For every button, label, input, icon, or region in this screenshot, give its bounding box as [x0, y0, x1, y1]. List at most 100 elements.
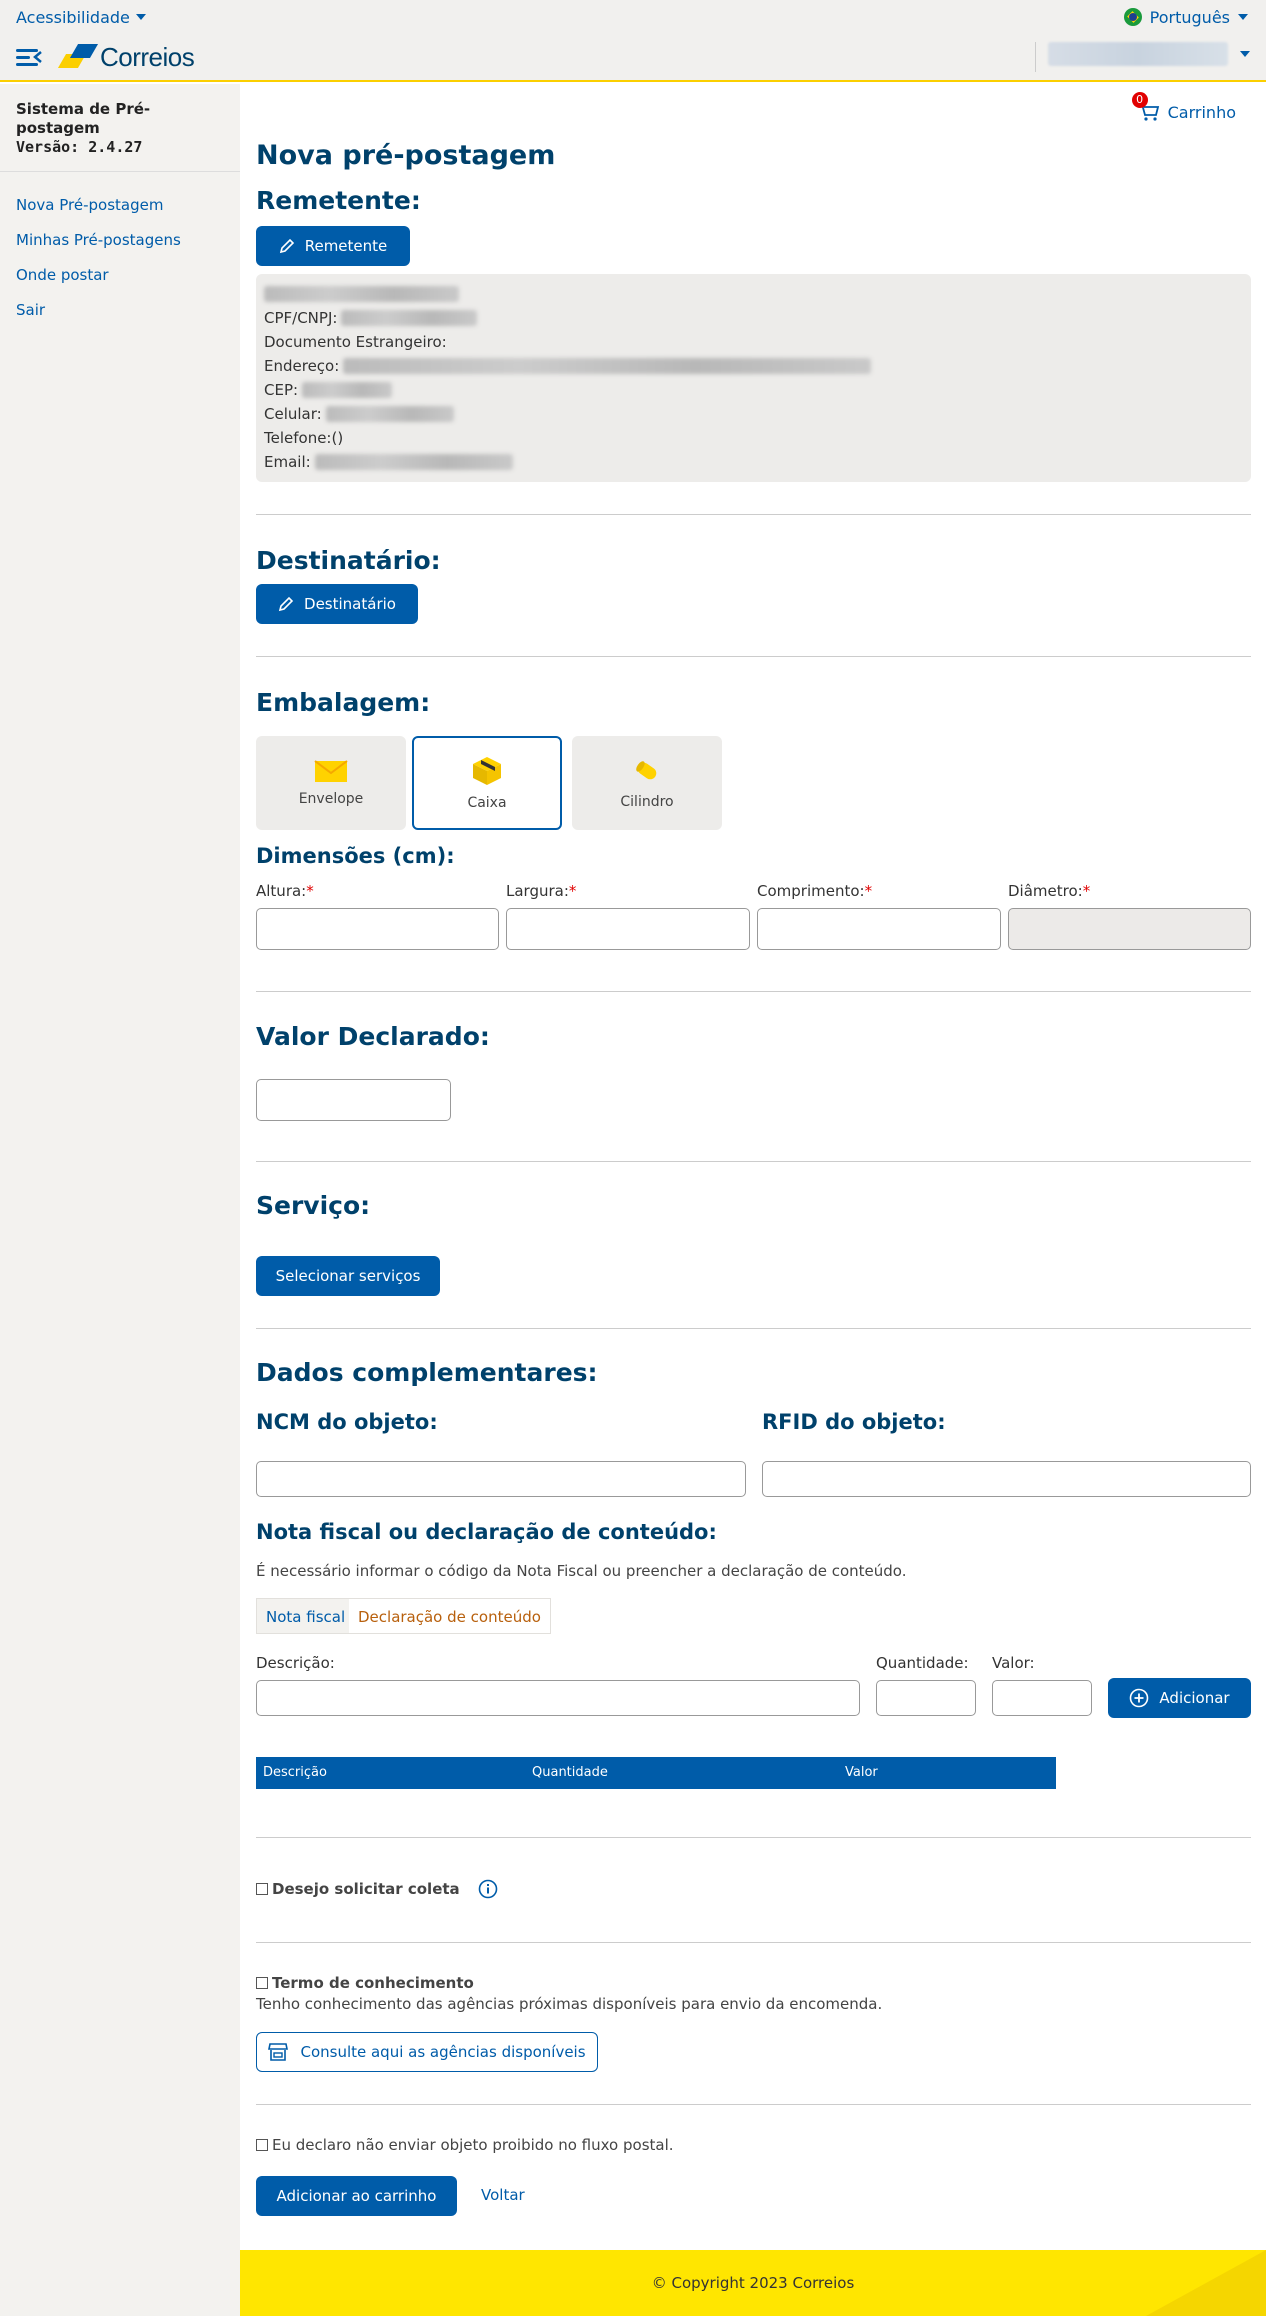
telefone-label: Telefone:()	[264, 429, 344, 447]
remetente-button-label: Remetente	[304, 237, 388, 255]
embalagem-heading: Embalagem:	[256, 688, 431, 717]
cep-label: CEP:	[264, 381, 299, 399]
largura-input[interactable]	[506, 908, 750, 950]
package-option-label: Caixa	[467, 795, 507, 811]
altura-input[interactable]	[256, 908, 499, 950]
ncm-heading: NCM do objeto:	[256, 1410, 438, 1434]
adicionar-button[interactable]: Adicionar	[1108, 1678, 1251, 1718]
rfid-input[interactable]	[762, 1461, 1251, 1497]
package-option-label: Envelope	[298, 791, 364, 807]
doc-estrangeiro-label: Documento Estrangeiro:	[264, 333, 447, 351]
ncm-input[interactable]	[256, 1461, 746, 1497]
declaro-row: Eu declaro não enviar objeto proibido no…	[256, 2136, 674, 2154]
redacted-value	[325, 406, 454, 422]
remetente-info-box: CPF/CNPJ: Documento Estrangeiro: Endereç…	[256, 274, 1251, 482]
divider	[1035, 42, 1036, 72]
package-option-cilindro[interactable]: Cilindro	[572, 736, 722, 830]
table-header-valor: Valor	[845, 1765, 878, 1780]
diametro-input	[1008, 908, 1251, 950]
remetente-button[interactable]: Remetente	[256, 226, 410, 266]
page-title: Nova pré-postagem	[256, 140, 556, 171]
comprimento-input[interactable]	[757, 908, 1001, 950]
menu-toggle-icon[interactable]	[16, 47, 42, 67]
sidebar-item-nova-pre-postagem[interactable]: Nova Pré-postagem	[0, 188, 240, 223]
consulte-agencias-label: Consulte aqui as agências disponíveis	[300, 2043, 586, 2061]
plus-circle-icon	[1130, 1688, 1149, 1708]
termo-checkbox[interactable]	[256, 1977, 268, 1989]
select-services-button[interactable]: Selecionar serviços	[256, 1256, 440, 1296]
redacted-value	[341, 310, 478, 326]
pencil-icon	[279, 238, 294, 254]
redacted-value	[314, 454, 513, 470]
dimensoes-heading: Dimensões (cm):	[256, 844, 455, 868]
chevron-down-icon	[1240, 51, 1250, 57]
store-icon	[268, 2043, 289, 2061]
voltar-link[interactable]: Voltar	[481, 2186, 525, 2204]
declaro-checkbox[interactable]	[256, 2139, 268, 2151]
sidebar-item-onde-postar[interactable]: Onde postar	[0, 258, 240, 293]
comprimento-label: Comprimento:*	[757, 882, 873, 900]
sidebar-item-sair[interactable]: Sair	[0, 293, 240, 328]
system-title: Sistema de Pré-postagem Versão: 2.4.27	[0, 84, 240, 172]
descricao-input[interactable]	[256, 1680, 860, 1716]
altura-label: Altura:*	[256, 882, 314, 900]
rfid-heading: RFID do objeto:	[762, 1410, 946, 1434]
redacted-value	[343, 358, 872, 374]
info-icon[interactable]	[478, 1879, 498, 1899]
declaro-label: Eu declaro não enviar objeto proibido no…	[272, 2136, 674, 2154]
system-name: Sistema de Pré-postagem	[16, 100, 151, 137]
valor-input[interactable]	[992, 1680, 1092, 1716]
quantidade-input[interactable]	[876, 1680, 976, 1716]
pencil-icon	[278, 596, 294, 612]
destinatario-button[interactable]: Destinatário	[256, 584, 418, 624]
divider	[256, 1837, 1251, 1838]
largura-label: Largura:*	[506, 882, 577, 900]
tab-nota-fiscal[interactable]: Nota fiscal	[256, 1598, 356, 1634]
coleta-label: Desejo solicitar coleta	[272, 1880, 460, 1898]
destinatario-button-label: Destinatário	[304, 595, 396, 613]
remetente-heading: Remetente:	[256, 186, 421, 215]
consulte-agencias-button[interactable]: Consulte aqui as agências disponíveis	[256, 2032, 598, 2072]
divider	[256, 1942, 1251, 1943]
table-header-quantidade: Quantidade	[532, 1765, 608, 1780]
cpf-label: CPF/CNPJ:	[264, 309, 338, 327]
redacted-value	[302, 382, 393, 398]
table-header-descricao: Descrição	[263, 1765, 327, 1780]
chevron-down-icon	[1238, 14, 1248, 20]
correios-logo[interactable]: Correios	[57, 42, 195, 73]
correios-logo-icon	[57, 42, 99, 72]
sidebar: Sistema de Pré-postagem Versão: 2.4.27 N…	[0, 84, 240, 2316]
termo-row: Termo de conhecimento	[256, 1974, 474, 1992]
accessibility-menu[interactable]: Acessibilidade	[16, 8, 146, 27]
coleta-checkbox[interactable]	[256, 1883, 268, 1895]
nota-fiscal-heading: Nota fiscal ou declaração de conteúdo:	[256, 1520, 717, 1544]
divider	[256, 514, 1251, 515]
divider	[256, 991, 1251, 992]
cart-count-badge: 0	[1131, 92, 1148, 108]
cart-link[interactable]: 0 Carrinho	[1131, 92, 1236, 122]
tab-declaracao-conteudo[interactable]: Declaração de conteúdo	[349, 1598, 551, 1634]
chevron-down-icon	[135, 14, 146, 20]
valor-declarado-input[interactable]	[256, 1079, 451, 1121]
descricao-label: Descrição:	[256, 1654, 335, 1672]
footer: © Copyright 2023 Correios	[240, 2250, 1266, 2316]
top-utility-bar: Acessibilidade Português	[0, 0, 1266, 34]
package-option-envelope[interactable]: Envelope	[256, 736, 406, 830]
email-label: Email:	[264, 453, 311, 471]
items-table-header: Descrição Quantidade Valor	[256, 1757, 1056, 1789]
dados-complementares-heading: Dados complementares:	[256, 1358, 598, 1387]
brazil-flag-icon	[1123, 8, 1142, 26]
adicionar-label: Adicionar	[1159, 1689, 1230, 1707]
app-header: Correios	[0, 34, 1266, 82]
sidebar-item-minhas-pre-postagens[interactable]: Minhas Pré-postagens	[0, 223, 240, 258]
package-option-caixa[interactable]: Caixa	[412, 736, 562, 830]
language-selector[interactable]: Português	[1123, 8, 1248, 27]
quantidade-label: Quantidade:	[876, 1654, 969, 1672]
user-menu[interactable]	[1048, 42, 1250, 66]
select-services-label: Selecionar serviços	[275, 1267, 421, 1285]
add-to-cart-button[interactable]: Adicionar ao carrinho	[256, 2176, 457, 2216]
destinatario-heading: Destinatário:	[256, 546, 441, 575]
celular-label: Celular:	[264, 405, 322, 423]
termo-label: Termo de conhecimento	[272, 1974, 474, 1992]
endereco-label: Endereço:	[264, 357, 340, 375]
